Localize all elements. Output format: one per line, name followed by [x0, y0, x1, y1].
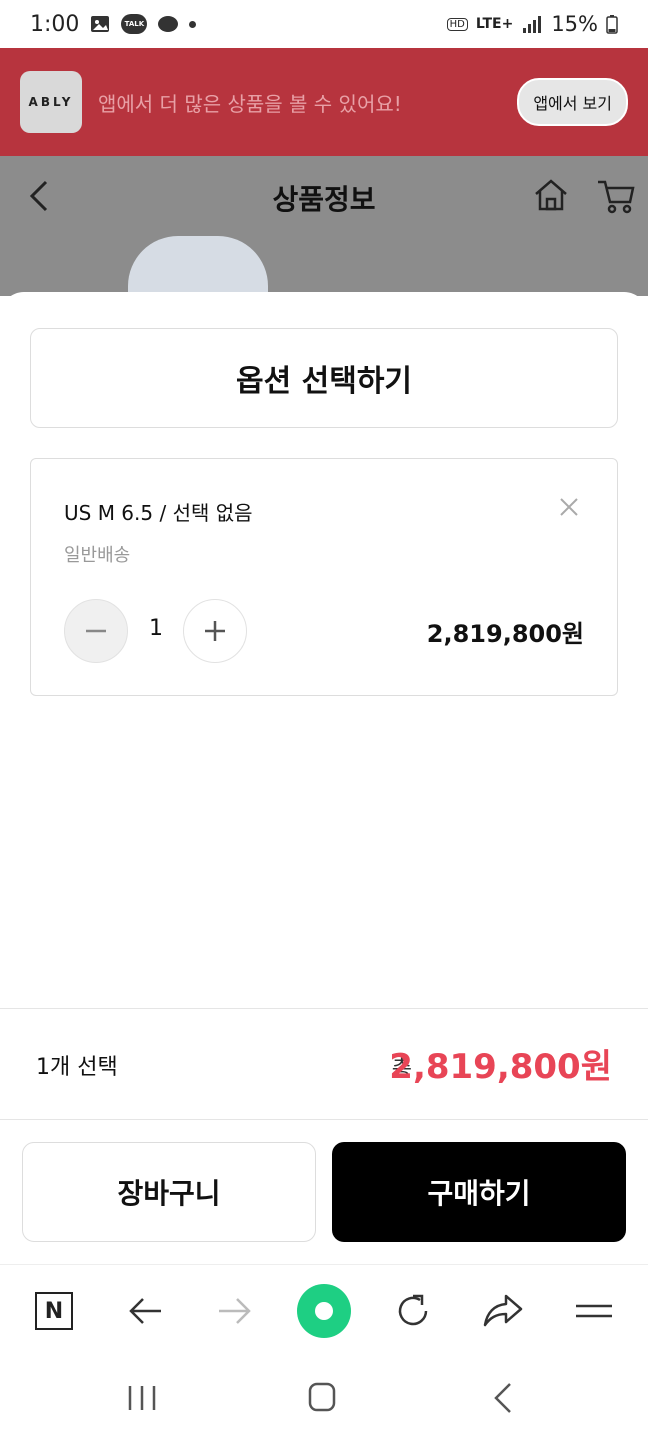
green-dot-icon	[297, 1284, 351, 1338]
notification-dot-icon	[189, 20, 197, 28]
order-summary: 1개 선택 총 2,819,800원	[0, 1008, 648, 1120]
system-nav-bar	[0, 1356, 648, 1440]
quantity-decrease-button[interactable]	[64, 599, 128, 663]
add-to-cart-button[interactable]: 장바구니	[22, 1142, 316, 1242]
status-bar: 1:00 TALK HD LTE+ 15%	[0, 0, 648, 48]
chat-bubble-icon	[158, 16, 179, 32]
talk-icon: TALK	[121, 14, 148, 34]
hd-badge: HD	[446, 17, 468, 31]
battery-text: 15%	[551, 12, 598, 36]
minus-icon	[86, 629, 106, 633]
share-icon	[483, 1294, 523, 1327]
share-button[interactable]	[475, 1283, 531, 1339]
shipping-type: 일반배송	[64, 545, 131, 566]
network-label: LTE+	[475, 16, 514, 32]
plus-icon	[205, 621, 225, 641]
page-header: 상품정보	[0, 156, 648, 296]
close-icon[interactable]	[557, 495, 581, 519]
buy-now-button[interactable]: 구매하기	[332, 1142, 626, 1242]
app-promo-banner: ABLY 앱에서 더 많은 상품을 볼 수 있어요! 앱에서 보기	[0, 48, 648, 156]
home-icon[interactable]	[302, 1380, 342, 1416]
option-select-button[interactable]: 옵션 선택하기	[30, 328, 618, 428]
quantity-value: 1	[149, 616, 163, 641]
browser-menu-button[interactable]	[566, 1283, 622, 1339]
selected-count: 1개 선택	[36, 1055, 118, 1080]
selected-option-card: US M 6.5 / 선택 없음 일반배송 1 2,819,800원	[30, 458, 618, 696]
option-name: US M 6.5 / 선택 없음	[64, 501, 253, 525]
quantity-increase-button[interactable]	[183, 599, 247, 663]
browser-toolbar: N	[0, 1264, 648, 1356]
battery-icon	[606, 15, 618, 34]
status-time: 1:00	[30, 11, 80, 37]
refresh-icon	[398, 1294, 428, 1326]
back-arrow-icon	[129, 1298, 161, 1324]
option-price: 2,819,800원	[426, 620, 584, 648]
option-sheet: 옵션 선택하기 US M 6.5 / 선택 없음 일반배송 1 2,819,80…	[0, 292, 648, 1264]
cart-icon[interactable]	[596, 176, 636, 216]
menu-icon	[576, 1304, 612, 1318]
browser-forward-button[interactable]	[207, 1283, 263, 1339]
gallery-icon	[91, 16, 110, 32]
recents-icon[interactable]	[122, 1380, 162, 1416]
green-dot-button[interactable]	[296, 1283, 352, 1339]
forward-arrow-icon	[219, 1298, 251, 1324]
n-home-icon: N	[35, 1292, 73, 1330]
n-home-button[interactable]: N	[26, 1283, 82, 1339]
product-image	[128, 236, 268, 296]
ably-logo: ABLY	[20, 71, 82, 133]
browser-back-button[interactable]	[117, 1283, 173, 1339]
signal-icon	[523, 16, 542, 33]
open-in-app-button[interactable]: 앱에서 보기	[517, 78, 628, 126]
refresh-button[interactable]	[385, 1283, 441, 1339]
total-price: 2,819,800원	[389, 1047, 612, 1087]
home-icon[interactable]	[532, 176, 570, 214]
banner-text: 앱에서 더 많은 상품을 볼 수 있어요!	[98, 91, 402, 116]
back-icon[interactable]	[484, 1380, 524, 1416]
